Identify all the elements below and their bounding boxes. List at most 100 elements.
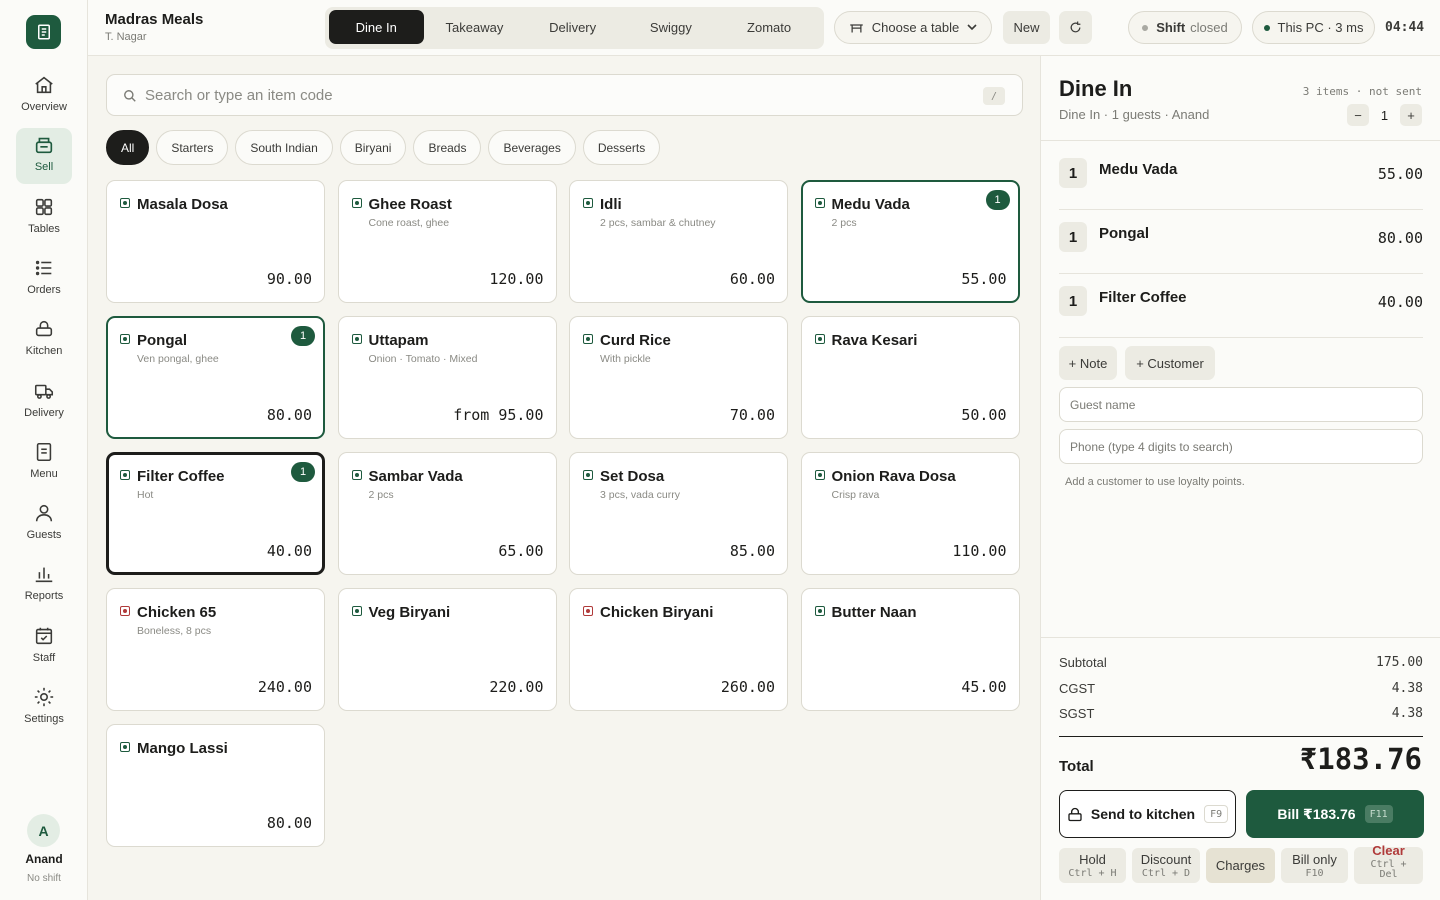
menu-item-card[interactable]: Chicken Biryani 260.00 — [569, 588, 788, 711]
category-breads[interactable]: Breads — [413, 130, 482, 165]
add-customer-button[interactable]: + Customer — [1125, 346, 1215, 380]
item-price: 260.00 — [720, 678, 775, 696]
menu-item-card[interactable]: Set Dosa 3 pcs, vada curry 85.00 — [569, 452, 788, 575]
menu-item-card[interactable]: Mango Lassi 80.00 — [106, 724, 325, 847]
menu-item-card[interactable]: Chicken 65 Boneless, 8 pcs 240.00 — [106, 588, 325, 711]
category-south-indian[interactable]: South Indian — [235, 130, 333, 165]
choose-table-button[interactable]: Choose a table — [834, 11, 992, 44]
refresh-button[interactable] — [1059, 11, 1092, 44]
menu-item-card[interactable]: Masala Dosa 90.00 — [106, 180, 325, 303]
category-biryani[interactable]: Biryani — [339, 130, 407, 165]
user-shift-status: No shift — [27, 873, 61, 884]
menu-item-card[interactable]: Butter Naan 45.00 — [800, 588, 1020, 711]
item-price: 65.00 — [498, 542, 544, 560]
nav-item-kitchen[interactable]: Kitchen — [16, 312, 72, 368]
item-description: Crisp rava — [831, 489, 880, 501]
item-search[interactable]: / — [106, 74, 1023, 116]
menu-item-card[interactable]: Uttapam Onion · Tomato · Mixed from 95.00 — [337, 316, 557, 439]
menu-item-card[interactable]: Sambar Vada 2 pcs 65.00 — [337, 452, 557, 575]
clear-button[interactable]: Clear Ctrl + Del — [1354, 843, 1423, 884]
status-dot — [1142, 24, 1149, 31]
tab-delivery[interactable]: Delivery — [525, 10, 620, 44]
menu-item-card[interactable]: Ghee Roast Cone roast, ghee 120.00 — [337, 180, 557, 303]
nav-item-delivery[interactable]: Delivery — [16, 374, 72, 430]
category-desserts[interactable]: Desserts — [582, 130, 661, 165]
menu-item-card[interactable]: Idli 2 pcs, sambar & chutney 60.00 — [569, 180, 788, 303]
item-description: 3 pcs, vada curry — [600, 489, 680, 501]
veg-indicator-icon — [120, 198, 130, 208]
item-price: 240.00 — [257, 678, 312, 696]
veg-indicator-icon — [351, 606, 362, 616]
nav-item-sell[interactable]: Sell — [16, 128, 72, 184]
nav-item-reports[interactable]: Reports — [16, 557, 72, 613]
menu-item-card[interactable]: Pongal Ven pongal, ghee 80.00 1 — [106, 316, 325, 439]
shift-status-pill[interactable]: Shift closed — [1128, 11, 1242, 44]
line-qty[interactable]: 1 — [1059, 222, 1087, 252]
item-name: Veg Biryani — [368, 604, 451, 621]
guest-decrement-button[interactable]: − — [1347, 104, 1369, 126]
top-bar: Madras Meals T. Nagar Dine In Takeaway D… — [88, 0, 1440, 56]
hold-button[interactable]: Hold Ctrl + H — [1059, 848, 1126, 883]
phone-input[interactable] — [1060, 430, 1422, 463]
new-order-button[interactable]: New — [1003, 11, 1050, 44]
search-icon — [124, 90, 136, 102]
line-qty[interactable]: 1 — [1059, 286, 1087, 316]
nav-item-label: Staff — [32, 652, 56, 664]
guest-name-input[interactable] — [1060, 388, 1422, 421]
loyalty-hint: Add a customer to use loyalty points. — [1065, 476, 1245, 488]
guest-name-field[interactable] — [1059, 387, 1423, 422]
veg-indicator-icon — [120, 334, 130, 344]
line-qty[interactable]: 1 — [1059, 158, 1087, 188]
cgst-row: CGST 4.38 — [1059, 681, 1423, 696]
veg-indicator-icon — [814, 334, 825, 344]
menu-item-card[interactable]: Curd Rice With pickle 70.00 — [569, 316, 788, 439]
item-description: 2 pcs — [831, 217, 857, 229]
item-price: 120.00 — [489, 270, 544, 288]
add-note-button[interactable]: + Note — [1059, 346, 1117, 380]
item-description: Boneless, 8 pcs — [137, 625, 212, 637]
veg-indicator-icon — [351, 198, 362, 208]
tab-swiggy[interactable]: Swiggy — [624, 10, 719, 44]
device-status-pill[interactable]: This PC · 3 ms — [1252, 11, 1375, 44]
search-input[interactable] — [145, 83, 965, 107]
menu-item-card[interactable]: Onion Rava Dosa Crisp rava 110.00 — [800, 452, 1020, 575]
item-qty-badge: 1 — [291, 326, 315, 346]
tab-takeaway[interactable]: Takeaway — [427, 10, 522, 44]
category-all[interactable]: All — [106, 130, 150, 165]
category-starters[interactable]: Starters — [156, 130, 229, 165]
item-description: 2 pcs, sambar & chutney — [600, 217, 716, 229]
charges-button[interactable]: Charges — [1206, 848, 1275, 883]
nav-item-staff[interactable]: Staff — [16, 619, 72, 675]
menu-item-card[interactable]: Filter Coffee Hot 40.00 1 — [106, 452, 325, 575]
item-description: Onion · Tomato · Mixed — [368, 353, 478, 365]
nav-item-settings[interactable]: Settings — [16, 680, 72, 736]
send-to-kitchen-button[interactable]: Send to kitchen F9 — [1059, 790, 1236, 838]
nav-item-menu[interactable]: Menu — [16, 435, 72, 491]
item-description: 2 pcs — [368, 489, 394, 501]
nav-item-tables[interactable]: Tables — [16, 190, 72, 246]
menu-item-card[interactable]: Veg Biryani 220.00 — [337, 588, 557, 711]
avatar[interactable]: A — [27, 814, 60, 847]
document-icon — [36, 442, 52, 462]
cart-line[interactable]: 1 Pongal 80.00 — [1059, 210, 1423, 274]
cart-line[interactable]: 1 Filter Coffee 40.00 — [1059, 274, 1423, 338]
bill-only-button[interactable]: Bill only F10 — [1281, 848, 1348, 883]
tab-dine-in[interactable]: Dine In — [329, 10, 424, 44]
discount-button[interactable]: Discount Ctrl + D — [1132, 848, 1200, 883]
menu-item-card[interactable]: Rava Kesari 50.00 — [800, 316, 1020, 439]
shift-status: closed — [1190, 20, 1228, 35]
phone-field[interactable] — [1059, 429, 1423, 464]
order-panel: Dine In Dine In · 1 guests · Anand 3 ite… — [1040, 56, 1440, 900]
line-name: Pongal — [1099, 225, 1150, 242]
guest-increment-button[interactable]: + — [1400, 104, 1422, 126]
list-icon — [35, 260, 52, 276]
bill-button[interactable]: Bill ₹183.76 F11 — [1246, 790, 1424, 838]
tab-zomato[interactable]: Zomato — [722, 10, 817, 44]
home-icon — [35, 76, 53, 94]
menu-item-card[interactable]: Medu Vada 2 pcs 55.00 1 — [800, 180, 1020, 303]
nav-item-guests[interactable]: Guests — [16, 496, 72, 552]
nav-item-orders[interactable]: Orders — [16, 251, 72, 307]
nav-item-overview[interactable]: Overview — [16, 68, 72, 124]
cart-line[interactable]: 1 Medu Vada 55.00 — [1059, 146, 1423, 210]
category-beverages[interactable]: Beverages — [488, 130, 576, 165]
